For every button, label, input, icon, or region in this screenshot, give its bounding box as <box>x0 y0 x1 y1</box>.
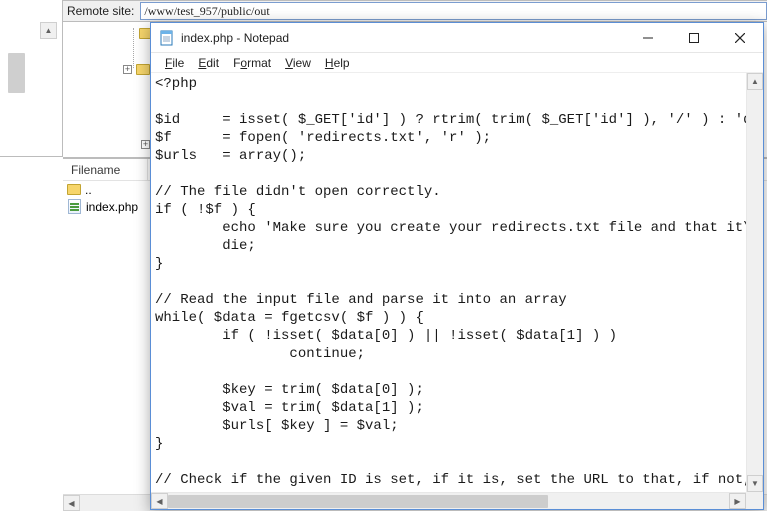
notepad-window: index.php - Notepad File Edit Format Vie… <box>150 22 764 510</box>
file-name: index.php <box>86 200 138 214</box>
folder-up-icon <box>67 184 81 195</box>
scroll-corner <box>746 492 763 509</box>
scroll-left-arrow[interactable]: ◀ <box>151 493 168 509</box>
file-name: .. <box>85 183 92 197</box>
scroll-track[interactable] <box>747 90 763 475</box>
scrollbar-thumb[interactable] <box>8 53 25 93</box>
remote-site-bar: Remote site: <box>63 0 767 22</box>
expand-icon[interactable]: + <box>123 65 132 74</box>
scroll-right-arrow[interactable]: ▶ <box>729 493 746 509</box>
window-controls <box>625 23 763 52</box>
scroll-down-arrow[interactable]: ▼ <box>747 475 763 492</box>
minimize-button[interactable] <box>625 23 671 52</box>
local-tree-panel: ▲ <box>0 0 63 157</box>
expand-icon[interactable]: + <box>141 140 150 149</box>
maximize-button[interactable] <box>671 23 717 52</box>
text-area[interactable]: <?php $id = isset( $_GET['id'] ) ? rtrim… <box>151 73 746 492</box>
horizontal-scrollbar[interactable]: ◀ ▶ <box>151 492 746 509</box>
menu-view[interactable]: View <box>279 55 317 71</box>
menu-bar: File Edit Format View Help <box>151 53 763 73</box>
folder-icon <box>136 64 150 75</box>
title-bar[interactable]: index.php - Notepad <box>151 23 763 53</box>
column-filename[interactable]: Filename <box>63 159 148 180</box>
scroll-left-arrow[interactable]: ◀ <box>63 495 80 511</box>
scrollbar-thumb[interactable] <box>168 495 548 508</box>
remote-site-label: Remote site: <box>63 4 140 18</box>
editor-body: <?php $id = isset( $_GET['id'] ) ? rtrim… <box>151 73 763 509</box>
scroll-up-arrow[interactable]: ▲ <box>40 22 57 39</box>
window-title: index.php - Notepad <box>181 31 625 45</box>
notepad-app-icon <box>159 30 175 46</box>
menu-format[interactable]: Format <box>227 55 277 71</box>
menu-file[interactable]: File <box>159 55 190 71</box>
menu-help[interactable]: Help <box>319 55 356 71</box>
scroll-track[interactable] <box>168 493 729 509</box>
scroll-up-arrow[interactable]: ▲ <box>747 73 763 90</box>
remote-path-input[interactable] <box>140 2 767 20</box>
close-button[interactable] <box>717 23 763 52</box>
menu-edit[interactable]: Edit <box>192 55 225 71</box>
tree-node-collapsed[interactable]: + <box>123 64 150 75</box>
tree-connector <box>133 28 134 68</box>
vertical-scrollbar[interactable]: ▲ ▼ <box>746 73 763 492</box>
php-file-icon <box>67 200 82 213</box>
tree-node-collapsed[interactable]: + <box>141 140 150 149</box>
